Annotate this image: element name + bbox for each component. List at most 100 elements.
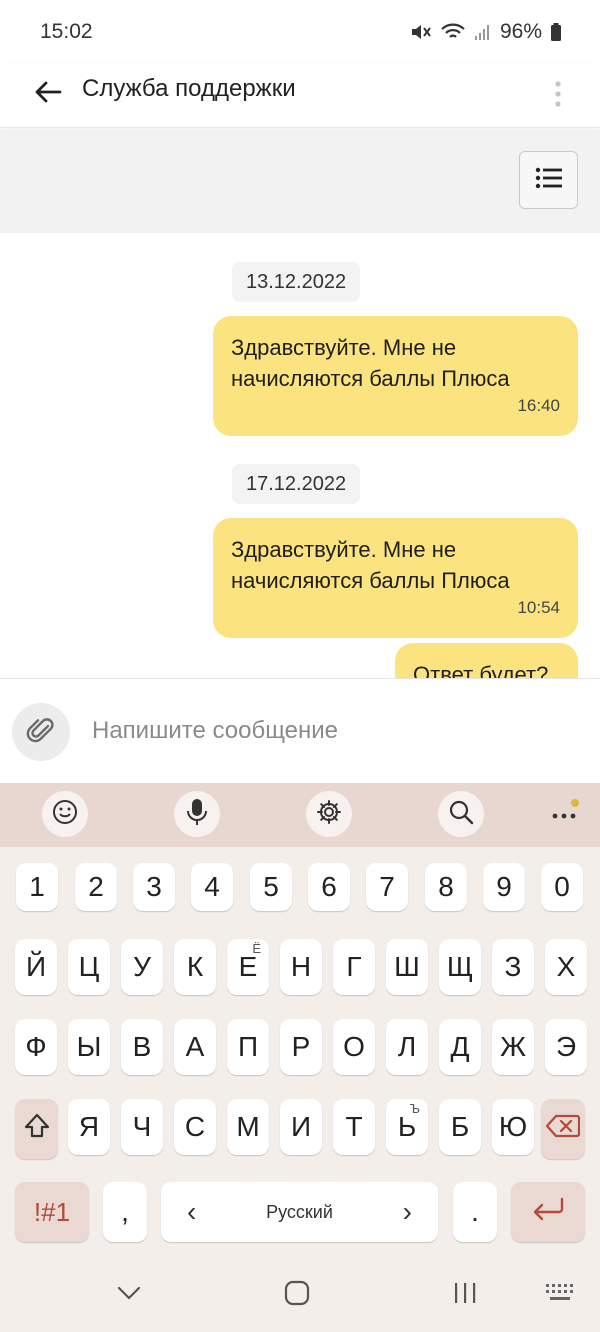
key-letter[interactable]: П bbox=[227, 1019, 269, 1075]
key-1[interactable]: 1 bbox=[16, 863, 58, 911]
emoji-button[interactable] bbox=[42, 791, 88, 837]
key-7[interactable]: 7 bbox=[366, 863, 408, 911]
emoji-icon bbox=[52, 799, 78, 830]
status-bar: 15:02 96% bbox=[0, 0, 600, 64]
key-letter[interactable]: У bbox=[121, 939, 163, 995]
period-key[interactable]: . bbox=[453, 1182, 497, 1242]
message-bubble[interactable]: Здравствуйте. Мне не начисляются баллы П… bbox=[213, 518, 578, 638]
key-letter[interactable]: Л bbox=[386, 1019, 428, 1075]
key-letter[interactable]: К bbox=[174, 939, 216, 995]
search-icon bbox=[448, 799, 474, 830]
key-letter-with-hint[interactable]: Ь Ъ bbox=[386, 1099, 428, 1155]
key-letter[interactable]: Ч bbox=[121, 1099, 163, 1155]
signal-icon bbox=[474, 22, 492, 42]
chevron-right-icon: › bbox=[402, 1196, 412, 1227]
key-letter[interactable]: Ы bbox=[68, 1019, 110, 1075]
key-letter[interactable]: О bbox=[333, 1019, 375, 1075]
status-time: 15:02 bbox=[40, 20, 93, 43]
battery-icon bbox=[550, 22, 562, 42]
battery-percent: 96% bbox=[499, 20, 542, 43]
microphone-icon bbox=[186, 798, 208, 831]
backspace-key[interactable] bbox=[541, 1099, 585, 1159]
message-text: Ответ будет? bbox=[413, 662, 549, 678]
nav-keyboard-switch-button[interactable] bbox=[540, 1277, 580, 1313]
key-2[interactable]: 2 bbox=[75, 863, 117, 911]
date-separator: 13.12.2022 bbox=[232, 262, 361, 302]
back-arrow-icon bbox=[34, 80, 62, 109]
topics-list-button[interactable] bbox=[519, 151, 578, 209]
attach-button[interactable] bbox=[12, 703, 70, 761]
chat-toolbar bbox=[0, 129, 600, 233]
keyboard-toolbar bbox=[0, 783, 600, 847]
nav-hide-keyboard-button[interactable] bbox=[109, 1277, 149, 1313]
key-letter[interactable]: Н bbox=[280, 939, 322, 995]
comma-key[interactable]: , bbox=[103, 1182, 147, 1242]
enter-icon bbox=[531, 1196, 565, 1229]
key-8[interactable]: 8 bbox=[425, 863, 467, 911]
shift-key[interactable] bbox=[15, 1099, 58, 1159]
nav-home-button[interactable] bbox=[277, 1277, 317, 1313]
keyboard-settings-button[interactable] bbox=[306, 791, 352, 837]
keyboard-switch-icon bbox=[545, 1283, 575, 1308]
key-letter[interactable]: В bbox=[121, 1019, 163, 1075]
key-letter-with-hint[interactable]: Е Ё bbox=[227, 939, 269, 995]
key-letter[interactable]: Ж bbox=[492, 1019, 534, 1075]
page-title: Служба поддержки bbox=[82, 75, 296, 102]
key-letter[interactable]: Б bbox=[439, 1099, 481, 1155]
voice-input-button[interactable] bbox=[174, 791, 220, 837]
list-icon bbox=[535, 167, 563, 194]
message-bubble[interactable]: Ответ будет? bbox=[395, 643, 578, 678]
key-4[interactable]: 4 bbox=[191, 863, 233, 911]
key-letter[interactable]: Э bbox=[545, 1019, 587, 1075]
app-bar: Служба поддержки bbox=[0, 64, 600, 128]
key-letter[interactable]: Ш bbox=[386, 939, 428, 995]
key-5[interactable]: 5 bbox=[250, 863, 292, 911]
paperclip-icon bbox=[26, 715, 56, 750]
key-letter[interactable]: Щ bbox=[439, 939, 481, 995]
space-label: Русский bbox=[266, 1201, 333, 1222]
date-separator: 17.12.2022 bbox=[232, 464, 361, 504]
more-horizontal-icon bbox=[551, 807, 577, 825]
back-button[interactable] bbox=[28, 74, 68, 114]
recents-icon bbox=[453, 1281, 477, 1310]
key-letter[interactable]: Й bbox=[15, 939, 57, 995]
message-time: 10:54 bbox=[517, 598, 560, 617]
key-letter[interactable]: Д bbox=[439, 1019, 481, 1075]
key-letter[interactable]: Х bbox=[545, 939, 587, 995]
keyboard-more-button[interactable] bbox=[541, 793, 587, 839]
key-0[interactable]: 0 bbox=[541, 863, 583, 911]
wifi-icon bbox=[440, 22, 466, 42]
settings-icon bbox=[316, 799, 342, 830]
key-letter[interactable]: М bbox=[227, 1099, 269, 1155]
more-options-button[interactable] bbox=[546, 74, 570, 118]
key-letter[interactable]: Г bbox=[333, 939, 375, 995]
key-letter[interactable]: Ц bbox=[68, 939, 110, 995]
key-6[interactable]: 6 bbox=[308, 863, 350, 911]
key-letter[interactable]: И bbox=[280, 1099, 322, 1155]
nav-recents-button[interactable] bbox=[445, 1277, 485, 1313]
composer bbox=[0, 678, 600, 783]
key-letter[interactable]: А bbox=[174, 1019, 216, 1075]
keyboard: 1 2 3 4 5 6 7 8 9 0 Й Ц У К Е Ё Н Г Ш Щ … bbox=[0, 847, 600, 1257]
key-hint: Ё bbox=[252, 941, 261, 956]
message-bubble[interactable]: Здравствуйте. Мне не начисляются баллы П… bbox=[213, 316, 578, 436]
symbols-key[interactable]: !#1 bbox=[15, 1182, 89, 1242]
key-3[interactable]: 3 bbox=[133, 863, 175, 911]
key-letter[interactable]: Я bbox=[68, 1099, 110, 1155]
chat-messages[interactable]: 13.12.2022 Здравствуйте. Мне не начисляю… bbox=[0, 233, 600, 678]
mute-icon bbox=[410, 22, 432, 42]
key-letter[interactable]: С bbox=[174, 1099, 216, 1155]
more-vertical-icon bbox=[554, 80, 562, 113]
key-hint: Ъ bbox=[409, 1101, 420, 1116]
enter-key[interactable] bbox=[511, 1182, 585, 1242]
space-key[interactable]: ‹ Русский › bbox=[161, 1182, 438, 1242]
key-9[interactable]: 9 bbox=[483, 863, 525, 911]
key-letter[interactable]: Ю bbox=[492, 1099, 534, 1155]
key-letter[interactable]: Р bbox=[280, 1019, 322, 1075]
message-input[interactable] bbox=[92, 709, 572, 753]
key-letter[interactable]: Т bbox=[333, 1099, 375, 1155]
notification-dot bbox=[571, 799, 579, 807]
key-letter[interactable]: З bbox=[492, 939, 534, 995]
keyboard-search-button[interactable] bbox=[438, 791, 484, 837]
key-letter[interactable]: Ф bbox=[15, 1019, 57, 1075]
